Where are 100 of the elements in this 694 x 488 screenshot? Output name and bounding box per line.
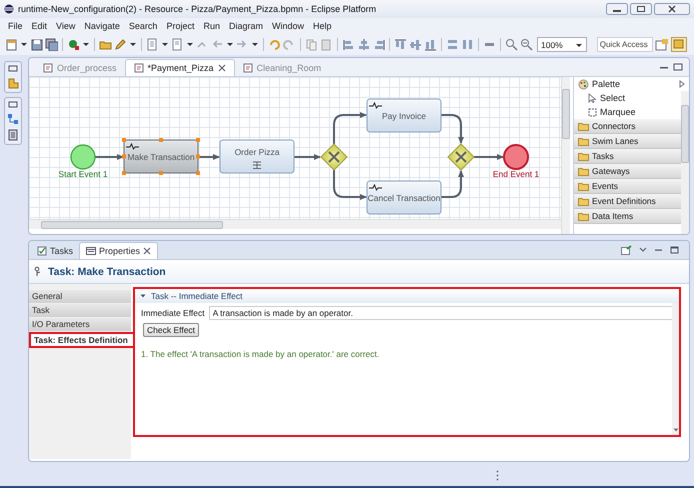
diagram-file-icon: [134, 63, 144, 73]
folder-icon: [578, 212, 589, 220]
palette-drawer[interactable]: Gateways: [574, 164, 681, 179]
menu-item[interactable]: Run: [203, 21, 220, 31]
vertical-scrollbar[interactable]: [561, 77, 570, 234]
close-icon[interactable]: [654, 3, 690, 15]
pointer-icon: [588, 93, 597, 103]
align-icon[interactable]: [357, 38, 370, 51]
section-tab[interactable]: I/O Parameters: [29, 318, 131, 331]
align-icon[interactable]: [342, 38, 355, 51]
align-icon[interactable]: [424, 38, 437, 51]
perspective-icon[interactable]: [670, 37, 687, 52]
grip-icon[interactable]: [496, 470, 499, 480]
minimize-icon[interactable]: [654, 247, 663, 253]
zoom-out-icon[interactable]: [520, 38, 533, 51]
debug-icon[interactable]: [67, 38, 80, 51]
zoom-dropdown[interactable]: 100%: [537, 37, 587, 52]
properties-icon: [86, 246, 96, 256]
scrollbar-thumb[interactable]: [562, 89, 570, 139]
clipboard-icon[interactable]: [320, 38, 333, 51]
view-menu-icon[interactable]: [639, 247, 647, 253]
folder-icon: [578, 122, 589, 130]
sequence-flow[interactable]: [441, 170, 464, 198]
save-all-icon[interactable]: [45, 38, 58, 51]
minimize-icon[interactable]: [606, 3, 628, 15]
task-node[interactable]: [366, 180, 442, 214]
zoom-in-icon[interactable]: [505, 38, 518, 51]
menu-item[interactable]: Project: [166, 21, 194, 31]
menu-item[interactable]: Edit: [32, 21, 48, 31]
collapse-arrow-icon[interactable]: [679, 80, 685, 88]
palette-drawer[interactable]: Connectors: [574, 119, 681, 134]
outline-icon[interactable]: [7, 129, 19, 141]
start-event[interactable]: [70, 144, 96, 170]
sequence-flow[interactable]: [333, 112, 367, 144]
maximize-icon[interactable]: [673, 63, 683, 71]
save-icon[interactable]: [30, 38, 43, 51]
new-file-icon[interactable]: [5, 38, 18, 51]
menu-item[interactable]: Diagram: [228, 21, 263, 31]
scroll-down-arrow-icon[interactable]: [672, 428, 678, 432]
task-node[interactable]: [122, 138, 200, 175]
palette-icon: [578, 78, 589, 90]
palette-drawer[interactable]: Swim Lanes: [574, 134, 681, 149]
sequence-flow[interactable]: [95, 154, 124, 160]
quick-access-field[interactable]: Quick Access: [596, 37, 653, 52]
align-icon[interactable]: [394, 38, 407, 51]
restore-icon[interactable]: [8, 101, 18, 109]
pin-icon[interactable]: [621, 245, 632, 255]
editor-tab[interactable]: *Payment_Pizza: [124, 59, 235, 76]
scrollbar-thumb[interactable]: [41, 220, 223, 228]
text-field[interactable]: A transaction is made by an operator.: [208, 306, 675, 320]
palette-drawer[interactable]: Event Definitions: [574, 194, 681, 209]
menu-item[interactable]: View: [56, 21, 76, 31]
sequence-flow[interactable]: [198, 154, 220, 160]
end-event[interactable]: [503, 144, 529, 170]
section-header[interactable]: Task -- Immediate Effect: [135, 289, 679, 303]
task-label: Pay Invoice: [382, 111, 426, 121]
open-perspective-icon[interactable]: [654, 38, 669, 51]
close-icon[interactable]: [143, 247, 152, 255]
menu-item[interactable]: Help: [313, 21, 332, 31]
menu-item[interactable]: Search: [128, 21, 158, 31]
section-tab[interactable]: General: [29, 290, 131, 303]
view-tab[interactable]: Tasks: [31, 243, 80, 259]
pencil-icon[interactable]: [114, 38, 127, 51]
align-icon[interactable]: [409, 38, 422, 51]
sequence-flow[interactable]: [294, 154, 321, 160]
palette-drawer[interactable]: Data Items: [574, 209, 681, 224]
properties-title: Task: Make Transaction: [48, 266, 166, 278]
palette-drawer[interactable]: Tasks: [574, 149, 681, 164]
maximize-icon[interactable]: [630, 3, 652, 15]
palette-drawer[interactable]: Events: [574, 179, 681, 194]
menu-item[interactable]: File: [8, 21, 23, 31]
task-node[interactable]: [220, 140, 294, 174]
restore-icon[interactable]: [8, 65, 18, 73]
section-tab[interactable]: Task: Effects Definition: [29, 332, 135, 348]
check-effect-button[interactable]: Check Effect: [143, 323, 200, 337]
sequence-flow[interactable]: [333, 170, 367, 200]
vertical-scrollbar[interactable]: [672, 303, 679, 435]
menu-item[interactable]: Window: [272, 21, 304, 31]
scrollbar-thumb[interactable]: [681, 105, 689, 163]
section-tab[interactable]: Task: [29, 304, 131, 317]
eclipse-icon: [4, 4, 14, 14]
align-icon[interactable]: [372, 38, 385, 51]
palette-tool[interactable]: Select: [574, 91, 681, 105]
exclusive-gateway[interactable]: [447, 143, 475, 171]
menu-item[interactable]: Navigate: [84, 21, 120, 31]
vertical-scrollbar[interactable]: [681, 91, 689, 234]
sequence-flow[interactable]: [441, 114, 464, 144]
task-node[interactable]: [366, 98, 442, 132]
script-task-icon: [126, 142, 140, 150]
view-tab[interactable]: Properties: [79, 242, 158, 259]
horizontal-scrollbar[interactable]: [29, 219, 561, 229]
sequence-flow[interactable]: [474, 154, 504, 160]
exclusive-gateway[interactable]: [320, 143, 348, 171]
folder-icon: [578, 166, 589, 176]
palette-tool[interactable]: Marquee: [574, 105, 681, 119]
hierarchy-icon[interactable]: [7, 113, 19, 125]
window-title: runtime-New_configuration(2) - Resource - Pizza/Payment_Pizza.bpmn - Eclipse Platform: [18, 4, 376, 14]
close-icon[interactable]: [218, 64, 226, 72]
diagram-file-icon: [43, 63, 53, 73]
maximize-icon[interactable]: [670, 246, 679, 254]
